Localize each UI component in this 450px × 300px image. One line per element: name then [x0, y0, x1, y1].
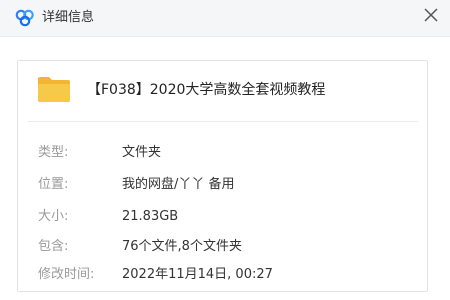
- details-dialog: 详细信息 【F038】2020大学高数全套视频教程 类型: 文件夹 位置: 我的…: [0, 0, 450, 300]
- location-label: 位置:: [38, 177, 69, 192]
- details-panel: 【F038】2020大学高数全套视频教程 类型: 文件夹 位置: 我的网盘/丫丫…: [17, 60, 428, 292]
- close-icon[interactable]: [420, 4, 442, 26]
- divider: [28, 121, 418, 122]
- cloud-logo-icon: [14, 9, 36, 27]
- contains-label: 包含:: [38, 239, 69, 254]
- size-value: 21.83GB: [122, 209, 179, 224]
- type-value: 文件夹: [122, 145, 162, 160]
- item-name: 【F038】2020大学高数全套视频教程: [87, 82, 326, 98]
- modified-time-label: 修改时间:: [38, 267, 95, 282]
- type-label: 类型:: [38, 145, 69, 160]
- location-value: 我的网盘/丫丫 备用: [122, 177, 235, 192]
- title-bar: 详细信息: [0, 0, 450, 37]
- dialog-title: 详细信息: [42, 10, 95, 25]
- size-label: 大小:: [38, 209, 69, 224]
- folder-icon: [37, 75, 71, 103]
- contains-value: 76个文件,8个文件夹: [122, 239, 242, 254]
- modified-time-value: 2022年11月14日, 00:27: [122, 267, 273, 282]
- close-button[interactable]: [420, 4, 442, 26]
